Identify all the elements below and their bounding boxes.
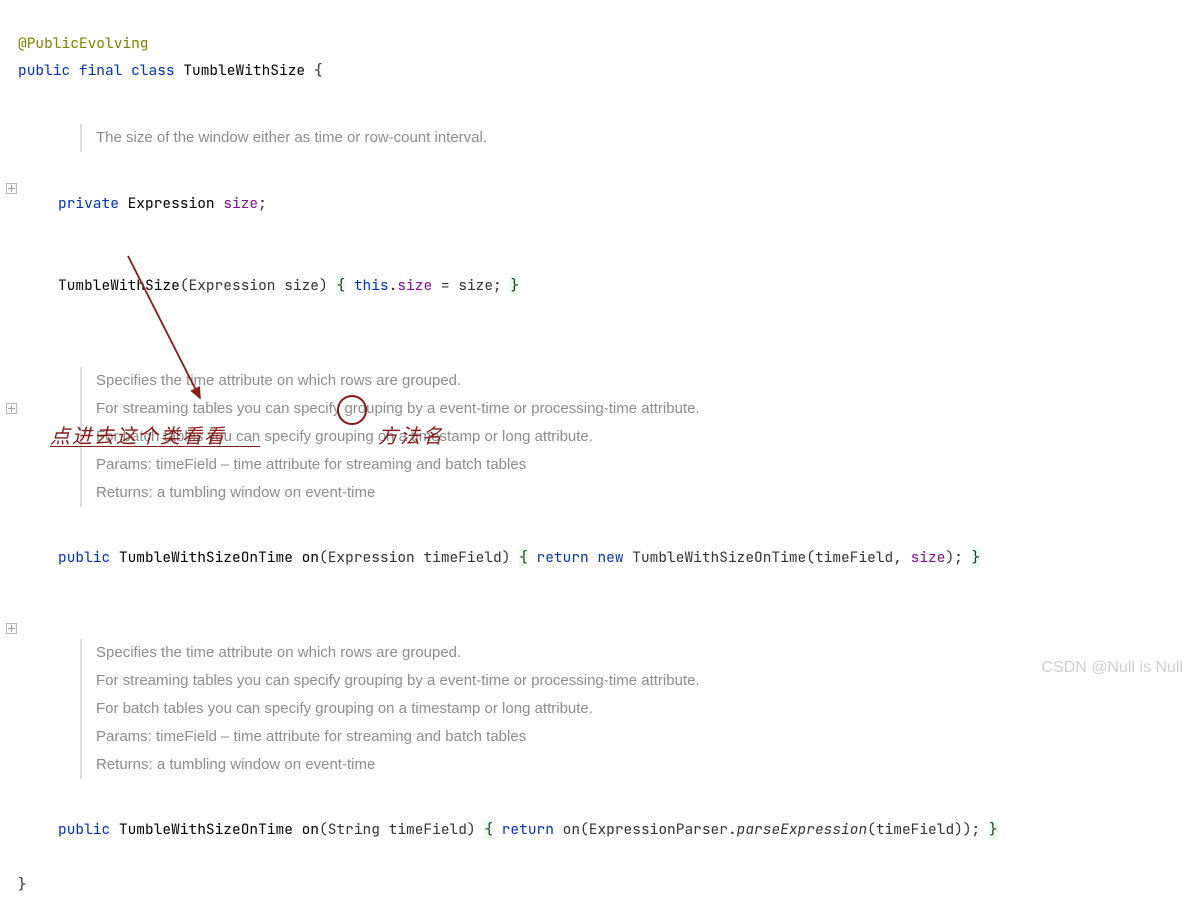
field-declaration: private Expression size;	[18, 190, 1193, 218]
close-brace: }	[18, 875, 27, 894]
constructor: TumbleWithSize(Expression size) { this.s…	[18, 272, 1193, 300]
editor-gutter	[0, 0, 19, 683]
handwritten-note-class: 点进去这个类看看	[50, 420, 226, 449]
fold-icon[interactable]	[6, 623, 17, 634]
fold-icon[interactable]	[6, 403, 17, 414]
fold-icon[interactable]	[6, 183, 17, 194]
handwritten-note-method: 方法名	[378, 420, 444, 449]
annotation: @PublicEvolving	[18, 34, 149, 53]
javadoc-block: Specifies the time attribute on which ro…	[80, 639, 996, 779]
method-on-string: public TumbleWithSizeOnTime on(String ti…	[18, 816, 1193, 844]
code-editor[interactable]: @PublicEvolving public final class Tumbl…	[18, 0, 1193, 899]
javadoc-block: The size of the window either as time or…	[80, 124, 996, 152]
method-on-expression: public TumbleWithSizeOnTime on(Expressio…	[18, 544, 1193, 572]
underline	[50, 446, 260, 447]
class-declaration: public final class TumbleWithSize {	[18, 61, 323, 80]
watermark: CSDN @Null is Null	[1041, 659, 1183, 677]
